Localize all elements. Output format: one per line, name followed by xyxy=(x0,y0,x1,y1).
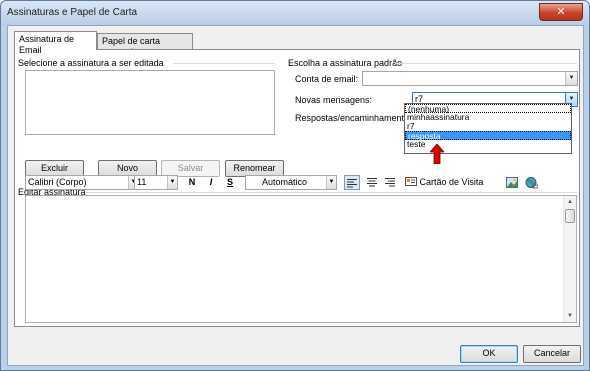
insert-hyperlink-button[interactable] xyxy=(523,175,539,190)
signature-list[interactable] xyxy=(25,70,275,135)
default-signature-label: Escolha a assinatura padrão xyxy=(288,58,403,68)
save-button-label: Salvar xyxy=(177,163,204,173)
delete-button-label: Excluir xyxy=(40,163,68,173)
font-color-value: Automático xyxy=(262,177,308,187)
hyperlink-globe-icon xyxy=(525,177,538,189)
signatures-dialog: Assinaturas e Papel de Carta ✕ Assinatur… xyxy=(0,0,590,371)
align-center-button[interactable] xyxy=(365,175,379,190)
group-divider xyxy=(87,192,577,193)
chevron-down-icon[interactable]: ▼ xyxy=(167,176,177,189)
group-divider xyxy=(395,63,577,64)
underline-icon: S xyxy=(226,177,233,187)
replies-forwards-label: Respostas/encaminhamentos: xyxy=(295,113,417,123)
dropdown-option-selected[interactable]: resposta xyxy=(405,131,571,141)
align-right-button[interactable] xyxy=(383,175,397,190)
signature-editor[interactable]: ▲ ▼ xyxy=(25,195,577,323)
align-left-icon xyxy=(347,179,357,188)
new-button-label: Novo xyxy=(116,163,138,173)
tab-personal-stationery[interactable]: Papel de carta pessoal xyxy=(97,33,193,57)
scroll-up-icon[interactable]: ▲ xyxy=(564,196,576,208)
email-account-label: Conta de email: xyxy=(295,74,359,84)
bold-button[interactable]: N xyxy=(185,175,199,190)
rename-button-label: Renomear xyxy=(233,163,276,173)
close-button[interactable]: ✕ xyxy=(539,3,583,21)
scroll-down-icon[interactable]: ▼ xyxy=(564,310,576,322)
dropdown-option[interactable]: minhaassinatura xyxy=(405,113,571,122)
business-card-icon xyxy=(405,177,417,186)
font-name-select[interactable]: Calibri (Corpo) ▼ xyxy=(25,175,139,190)
window-title: Assinaturas e Papel de Carta xyxy=(7,7,138,18)
picture-icon xyxy=(506,177,518,188)
new-messages-label: Novas mensagens: xyxy=(295,95,373,105)
select-signature-label: Selecione a assinatura a ser editada xyxy=(18,58,164,68)
dropdown-option[interactable]: r7 xyxy=(405,122,571,131)
align-left-button[interactable] xyxy=(344,175,360,190)
tab-email-signature[interactable]: Assinatura de Email xyxy=(14,31,97,55)
ok-button[interactable]: OK xyxy=(460,345,518,363)
tab-panel: Selecione a assinatura a ser editada Exc… xyxy=(14,49,580,327)
font-color-select[interactable]: Automático ▼ xyxy=(245,175,337,190)
close-icon: ✕ xyxy=(556,6,566,18)
annotation-arrow-icon xyxy=(430,144,444,164)
chevron-down-icon[interactable]: ▼ xyxy=(565,72,577,85)
italic-button[interactable]: I xyxy=(204,175,218,190)
business-card-label: Cartão de Visita xyxy=(419,177,484,187)
bold-icon: N xyxy=(188,177,196,187)
font-name-value: Calibri (Corpo) xyxy=(28,177,87,187)
align-right-icon xyxy=(385,178,395,187)
ok-button-label: OK xyxy=(482,348,496,358)
group-divider xyxy=(173,63,275,64)
editor-vertical-scrollbar[interactable]: ▲ ▼ xyxy=(563,196,576,322)
insert-picture-button[interactable] xyxy=(505,175,519,190)
dialog-body: Assinatura de Email Papel de carta pesso… xyxy=(7,25,584,366)
cancel-button-label: Cancelar xyxy=(533,348,571,358)
title-bar[interactable]: Assinaturas e Papel de Carta ✕ xyxy=(1,1,589,25)
scrollbar-thumb[interactable] xyxy=(565,209,575,223)
italic-icon: I xyxy=(209,177,213,187)
align-center-icon xyxy=(367,178,377,187)
underline-button[interactable]: S xyxy=(223,175,237,190)
font-size-value: 11 xyxy=(137,177,147,187)
business-card-button[interactable]: Cartão de Visita xyxy=(405,175,487,190)
chevron-down-icon[interactable]: ▼ xyxy=(326,176,336,189)
email-account-select[interactable]: ▼ xyxy=(362,71,578,86)
font-size-select[interactable]: 11 ▼ xyxy=(134,175,178,190)
cancel-button[interactable]: Cancelar xyxy=(523,345,581,363)
